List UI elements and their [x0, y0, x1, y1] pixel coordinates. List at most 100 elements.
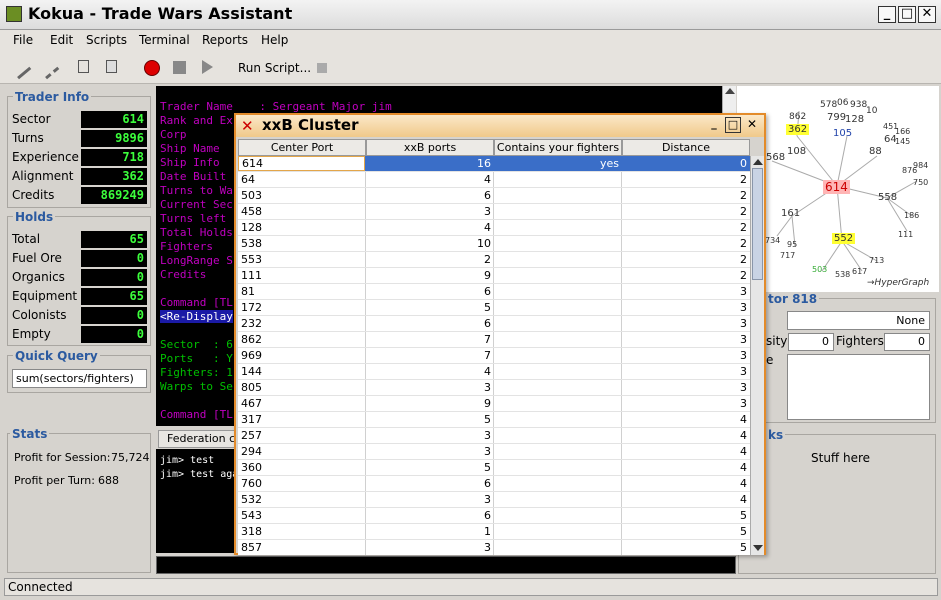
connect-icon[interactable] — [8, 56, 32, 80]
graph-node[interactable]: 734 — [765, 236, 780, 245]
close-button[interactable]: ✕ — [918, 6, 936, 23]
copy-icon[interactable] — [78, 60, 89, 73]
graph-node[interactable]: 186 — [904, 211, 919, 220]
graph-node[interactable]: 111 — [898, 230, 913, 239]
graph-node[interactable]: 128 — [845, 114, 864, 125]
graph-node[interactable]: 108 — [787, 146, 806, 157]
chat-input[interactable] — [156, 556, 736, 574]
scroll-thumb[interactable] — [752, 168, 763, 280]
table-row[interactable]: 172 5 3 — [238, 300, 750, 316]
dialog-maximize-button[interactable]: □ — [725, 117, 741, 133]
graph-node[interactable]: 145 — [895, 137, 910, 146]
terminal-line: Date Built — [160, 170, 227, 183]
table-scrollbar[interactable] — [750, 156, 764, 555]
dialog-title-bar[interactable]: ✕ xxB Cluster _ □ ✕ — [236, 115, 764, 137]
maximize-button[interactable]: □ — [898, 6, 916, 23]
hypergraph-panel[interactable]: 862 578 06 938 10 799 128 362 105 568 10… — [737, 86, 939, 292]
graph-node[interactable]: 161 — [781, 208, 800, 219]
graph-node[interactable]: 717 — [780, 251, 795, 260]
graph-node[interactable]: 105 — [833, 128, 852, 139]
graph-node[interactable]: 862 — [789, 112, 806, 122]
cell-center-port: 81 — [241, 285, 255, 298]
table-row[interactable]: 760 6 4 — [238, 476, 750, 492]
quick-query-input[interactable] — [12, 369, 147, 388]
table-row[interactable]: 111 9 2 — [238, 268, 750, 284]
profit-session-label: Profit for Session: — [14, 451, 111, 464]
graph-node[interactable]: 578 — [820, 100, 837, 110]
graph-node[interactable]: 568 — [766, 152, 785, 163]
stop-script-icon[interactable] — [317, 63, 327, 73]
stop-icon[interactable] — [173, 61, 186, 74]
table-row[interactable]: 294 3 4 — [238, 444, 750, 460]
cell-xxb-ports: 4 — [484, 173, 491, 186]
graph-node[interactable]: 06 — [837, 98, 848, 108]
table-row[interactable]: 538 10 2 — [238, 236, 750, 252]
table-row[interactable]: 317 5 4 — [238, 412, 750, 428]
table-row[interactable]: 614 16 yes 0 — [238, 156, 750, 172]
table-row[interactable]: 862 7 3 — [238, 332, 750, 348]
graph-node[interactable]: 938 — [850, 100, 867, 110]
table-row[interactable]: 81 6 3 — [238, 284, 750, 300]
graph-node[interactable]: 799 — [827, 112, 846, 123]
minimize-button[interactable]: _ — [878, 6, 896, 23]
col-distance[interactable]: Distance — [622, 139, 750, 156]
table-row[interactable]: 857 3 5 — [238, 540, 750, 555]
menu-reports[interactable]: Reports — [202, 33, 248, 47]
graph-node[interactable]: 713 — [869, 256, 884, 265]
tab-federation[interactable]: Federation c — [158, 430, 238, 448]
dialog-close-button[interactable]: ✕ — [744, 117, 760, 133]
table-row[interactable]: 467 9 3 — [238, 396, 750, 412]
col-contains-fighters[interactable]: Contains your fighters — [494, 139, 622, 156]
graph-node-current[interactable]: 614 — [823, 180, 850, 194]
status-bar: Connected — [4, 578, 938, 596]
table-row[interactable]: 360 5 4 — [238, 460, 750, 476]
graph-node[interactable]: 166 — [895, 127, 910, 136]
table-row[interactable]: 64 4 2 — [238, 172, 750, 188]
notes-title: ks — [766, 428, 786, 442]
col-center-port[interactable]: Center Port — [238, 139, 366, 156]
graph-node[interactable]: 558 — [878, 192, 897, 203]
graph-node[interactable]: 95 — [787, 240, 797, 249]
table-row[interactable]: 553 2 2 — [238, 252, 750, 268]
run-script-button[interactable]: Run Script... — [238, 61, 311, 75]
cell-distance: 2 — [740, 205, 747, 218]
table-row[interactable]: 318 1 5 — [238, 524, 750, 540]
paste-icon[interactable] — [106, 60, 117, 73]
graph-node[interactable]: 750 — [913, 178, 928, 187]
graph-node-highlight[interactable]: 362 — [786, 124, 810, 135]
graph-node[interactable]: 10 — [866, 106, 877, 116]
table-row[interactable]: 232 6 3 — [238, 316, 750, 332]
disconnect-icon[interactable] — [36, 56, 60, 80]
cell-xxb-ports: 3 — [484, 381, 491, 394]
menu-edit[interactable]: Edit — [50, 33, 73, 47]
graph-node-highlight[interactable]: 552 — [832, 233, 856, 244]
graph-node[interactable]: 88 — [869, 146, 882, 157]
graph-node[interactable]: 503 — [812, 265, 827, 274]
menu-help[interactable]: Help — [261, 33, 288, 47]
terminal-line: Fighters — [160, 240, 213, 253]
dialog-minimize-button[interactable]: _ — [706, 117, 722, 133]
cell-xxb-ports: 9 — [484, 269, 491, 282]
scroll-up-icon[interactable] — [753, 159, 763, 165]
table-row[interactable]: 969 7 3 — [238, 348, 750, 364]
menu-scripts[interactable]: Scripts — [86, 33, 127, 47]
cell-distance: 3 — [740, 365, 747, 378]
graph-node[interactable]: 538 — [835, 270, 850, 279]
graph-node[interactable]: 617 — [852, 267, 867, 276]
table-row[interactable]: 458 3 2 — [238, 204, 750, 220]
play-icon[interactable] — [202, 60, 213, 74]
scroll-up-icon[interactable] — [725, 88, 735, 94]
table-row[interactable]: 543 6 5 — [238, 508, 750, 524]
table-row[interactable]: 144 4 3 — [238, 364, 750, 380]
table-row[interactable]: 257 3 4 — [238, 428, 750, 444]
table-row[interactable]: 532 3 4 — [238, 492, 750, 508]
table-row[interactable]: 503 6 2 — [238, 188, 750, 204]
menu-terminal[interactable]: Terminal — [139, 33, 190, 47]
table-row[interactable]: 805 3 3 — [238, 380, 750, 396]
scroll-down-icon[interactable] — [753, 545, 763, 551]
table-row[interactable]: 128 4 2 — [238, 220, 750, 236]
record-icon[interactable] — [144, 60, 160, 76]
col-xxb-ports[interactable]: xxB ports — [366, 139, 494, 156]
menu-file[interactable]: File — [13, 33, 33, 47]
graph-node[interactable]: 984 — [913, 161, 928, 170]
